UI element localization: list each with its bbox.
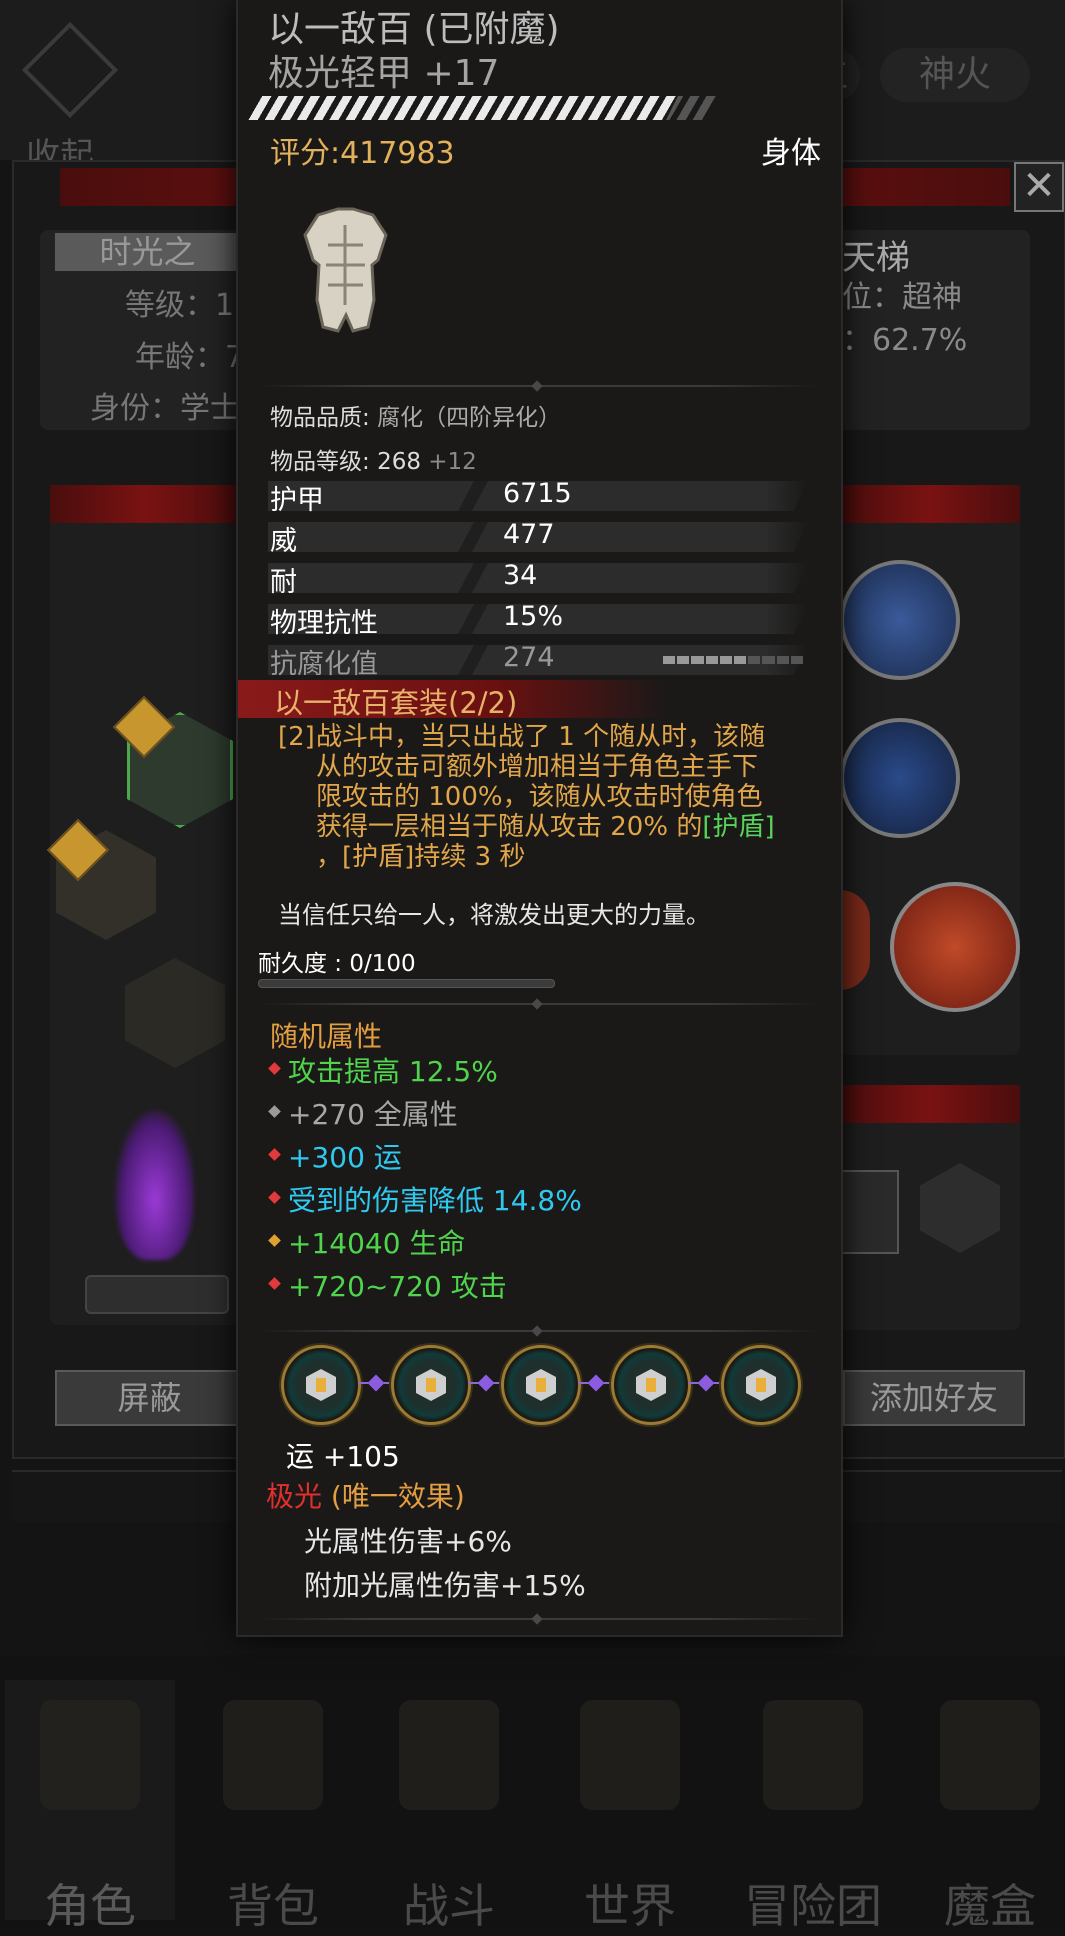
durability-label: 耐久度 : 0/100 bbox=[258, 951, 416, 977]
corruption-segment bbox=[734, 656, 747, 664]
skill-chain-icon[interactable] bbox=[840, 718, 960, 838]
corruption-segment bbox=[776, 656, 789, 664]
equipment-header-bar bbox=[50, 485, 240, 523]
unique-effect-title: 极光 (唯一效果) bbox=[266, 1480, 465, 1513]
gem-icon bbox=[268, 1277, 281, 1290]
level-text: 等级：1 bbox=[125, 288, 235, 323]
socket-row bbox=[281, 1345, 801, 1425]
random-attribute-text: +14040 生命 bbox=[288, 1227, 466, 1260]
magic-cube-icon bbox=[940, 1700, 1040, 1810]
unique-effect-line: 光属性伤害+6% bbox=[304, 1525, 512, 1558]
item-name: 极光轻甲 +17 bbox=[268, 53, 500, 94]
stat-row-endurance: 耐 34 bbox=[268, 560, 808, 598]
item-score: 评分:417983 bbox=[270, 136, 455, 171]
gem-icon bbox=[268, 1191, 281, 1204]
ladder-rate: ：62.7% bbox=[842, 323, 968, 358]
flavor-text: 当信任只给一人，将激发出更大的力量。 bbox=[278, 901, 710, 929]
socket-gem-icon[interactable] bbox=[611, 1345, 691, 1425]
gem-icon bbox=[268, 1234, 281, 1247]
purple-flame-icon bbox=[115, 1110, 195, 1260]
character-title: 时光之 bbox=[55, 233, 240, 271]
durability-bar bbox=[258, 979, 555, 988]
helmet-icon bbox=[40, 1700, 140, 1810]
socket-link-icon bbox=[358, 1376, 394, 1390]
random-attributes-title: 随机属性 bbox=[270, 1020, 383, 1053]
socket-gem-icon[interactable] bbox=[721, 1345, 801, 1425]
item-slot: 身体 bbox=[761, 136, 821, 171]
socket-gem-icon[interactable] bbox=[501, 1345, 581, 1425]
castle-icon bbox=[763, 1700, 863, 1810]
unique-effect-line: 附加光属性伤害+15% bbox=[304, 1569, 586, 1602]
random-attribute-text: +270 全属性 bbox=[288, 1098, 458, 1131]
sword-shield-icon bbox=[399, 1700, 499, 1810]
divider bbox=[258, 998, 818, 1010]
block-button[interactable]: 屏蔽 bbox=[55, 1370, 244, 1426]
corruption-segment bbox=[677, 656, 690, 664]
gem-icon bbox=[268, 1105, 281, 1118]
corruption-segment bbox=[691, 656, 704, 664]
skill-light-icon[interactable] bbox=[840, 560, 960, 680]
socket-gem-icon[interactable] bbox=[281, 1345, 361, 1425]
stat-row-might: 威 477 bbox=[268, 519, 808, 557]
socket-link-icon bbox=[578, 1376, 614, 1390]
skill-shield-icon[interactable] bbox=[890, 882, 1020, 1012]
identity-text: 身份：学士 bbox=[90, 391, 240, 426]
gem-icon bbox=[268, 1148, 281, 1161]
nav-magic-box[interactable]: 魔盒 bbox=[905, 1680, 1065, 1933]
add-friend-button[interactable]: 添加好友 bbox=[843, 1370, 1025, 1426]
nav-character[interactable]: 角色 bbox=[5, 1680, 175, 1933]
close-icon[interactable]: ✕ bbox=[1014, 162, 1064, 212]
buff-header-bar bbox=[840, 1085, 1020, 1123]
set-title: 以一敌百套装(2/2) bbox=[274, 686, 518, 720]
nav-world[interactable]: 世界 bbox=[545, 1680, 715, 1933]
gem-icon bbox=[268, 1062, 281, 1075]
hourglass-icon[interactable] bbox=[840, 1170, 899, 1254]
socket-gem-icon[interactable] bbox=[391, 1345, 471, 1425]
skill-partial-icon[interactable] bbox=[840, 890, 870, 990]
collapse-button[interactable]: 收起 bbox=[14, 18, 124, 176]
socket-link-icon bbox=[688, 1376, 724, 1390]
corruption-segment bbox=[719, 656, 733, 664]
armor-chestplate-icon bbox=[303, 207, 388, 333]
random-attribute-text: +720~720 攻击 bbox=[288, 1270, 507, 1303]
item-tooltip: 以一敌百 (已附魔) 极光轻甲 +17 评分:417983 身体 物品品质: 腐… bbox=[238, 0, 841, 1635]
item-quality: 物品品质: 腐化（四阶异化） bbox=[270, 405, 562, 431]
ladder-rank: 位：超神 bbox=[842, 280, 962, 315]
item-rank-stripe bbox=[248, 96, 678, 120]
socket-bonus: 运 +105 bbox=[286, 1440, 400, 1473]
corruption-segment bbox=[748, 656, 761, 664]
socket-link-icon bbox=[468, 1376, 504, 1390]
nav-backpack[interactable]: 背包 bbox=[188, 1680, 358, 1933]
stat-row-physical-resistance: 物理抗性 15% bbox=[268, 601, 808, 639]
corruption-segment bbox=[762, 656, 775, 664]
divider bbox=[258, 380, 818, 392]
corruption-progress-bar bbox=[663, 656, 804, 664]
scroll-map-icon bbox=[580, 1700, 680, 1810]
divider bbox=[258, 1613, 818, 1625]
random-attribute-text: 攻击提高 12.5% bbox=[288, 1055, 498, 1088]
tab-divine-fire[interactable]: 神火 bbox=[880, 48, 1030, 102]
stat-row-corruption-resistance: 抗腐化值 274 bbox=[268, 642, 808, 680]
pedestal-icon bbox=[85, 1275, 229, 1314]
corruption-segment bbox=[790, 656, 804, 664]
random-attribute-text: +300 运 bbox=[288, 1141, 402, 1174]
nav-battle[interactable]: 战斗 bbox=[364, 1680, 534, 1933]
random-attribute-text: 受到的伤害降低 14.8% bbox=[288, 1184, 582, 1217]
corruption-segment bbox=[705, 656, 718, 664]
stat-row-armor: 护甲 6715 bbox=[268, 478, 808, 516]
skills-header-bar bbox=[840, 485, 1020, 523]
backpack-icon bbox=[223, 1700, 323, 1810]
corruption-segment bbox=[663, 656, 676, 664]
collapse-icon bbox=[21, 21, 119, 119]
age-text: 年龄：7 bbox=[135, 340, 245, 375]
item-level: 物品等级: 268 +12 bbox=[270, 449, 477, 475]
nav-adventure-group[interactable]: 冒险团 bbox=[728, 1680, 898, 1933]
divider bbox=[258, 1325, 818, 1337]
